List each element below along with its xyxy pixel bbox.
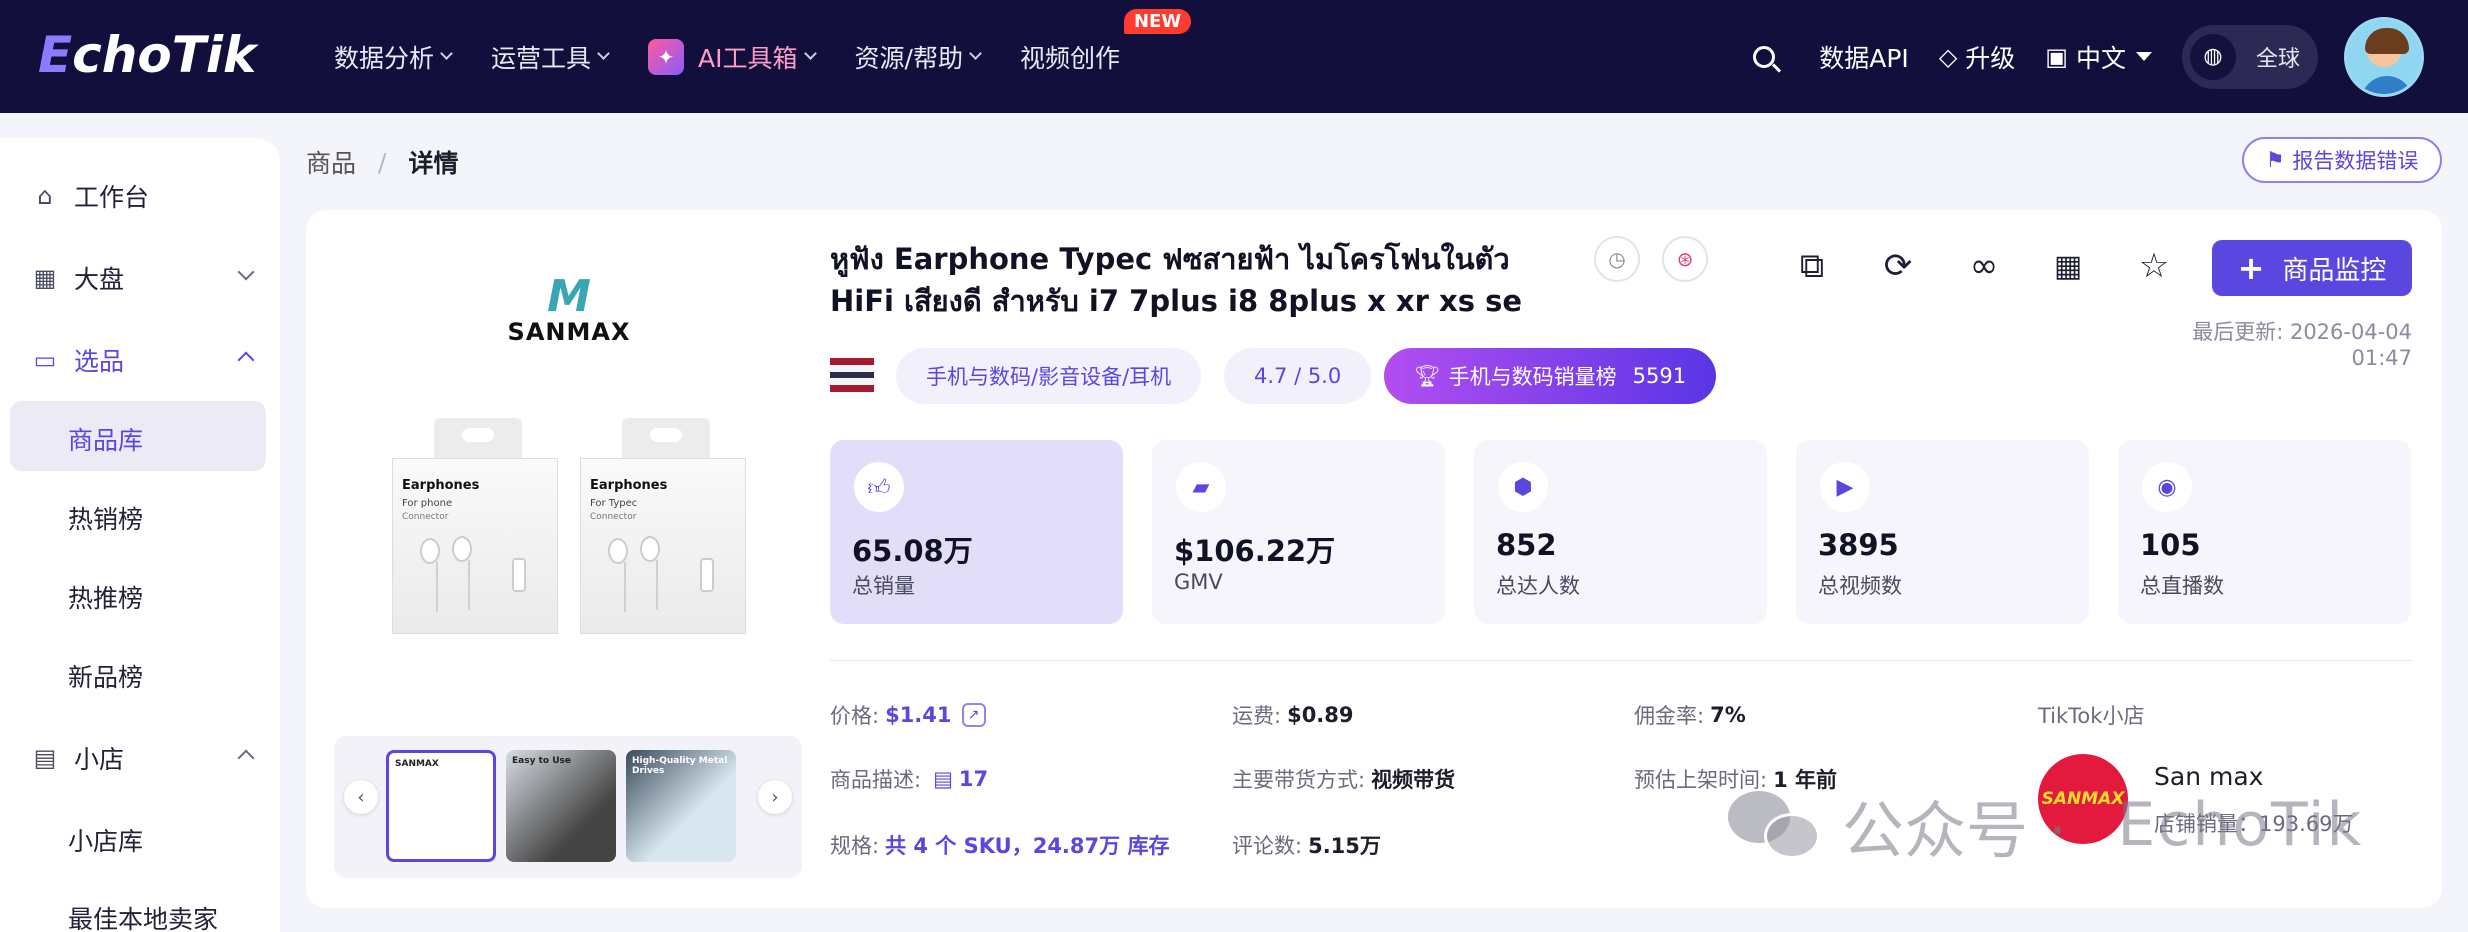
sidebar-item-best-local-sellers[interactable]: 最佳本地卖家 xyxy=(68,900,218,932)
thumbnail-2[interactable]: Easy to Use xyxy=(506,750,616,862)
thumbs-up-icon: 👍︎ xyxy=(854,462,904,512)
breadcrumb-root[interactable]: 商品 xyxy=(306,144,356,180)
chevron-down-icon xyxy=(597,47,610,60)
spec-info[interactable]: 规格: 共 4 个 SKU，24.87万 库存 xyxy=(830,830,1169,860)
product-monitor-button[interactable]: + 商品监控 xyxy=(2212,240,2412,296)
price-trend-icon[interactable]: ↗ xyxy=(961,703,986,727)
language-select[interactable]: ▣ 中文 xyxy=(2045,39,2152,75)
report-icon: ⚑ xyxy=(2265,148,2285,172)
chevron-down-icon xyxy=(237,263,255,281)
stat-total-sales[interactable]: 👍︎ 65.08万 总销量 xyxy=(830,440,1123,624)
product-box-lightning: Earphones For phone Connector xyxy=(392,418,558,634)
sidebar-item-product-library[interactable]: 商品库 xyxy=(68,421,143,457)
ai-analysis-icon[interactable]: ⊛ xyxy=(1662,236,1708,282)
sidebar-item-shop[interactable]: ▤ 小店 xyxy=(32,740,255,776)
user-avatar[interactable] xyxy=(2344,16,2424,97)
video-icon: ▶ xyxy=(1820,462,1870,512)
sidebar-item-shop-library[interactable]: 小店库 xyxy=(68,822,143,858)
globe-icon: ◍ xyxy=(2190,33,2236,80)
chevron-down-icon xyxy=(803,47,817,60)
copy-icon[interactable]: ◷ xyxy=(1594,236,1640,282)
category-tag[interactable]: 手机与数码/影音设备/耳机 xyxy=(896,348,1202,404)
wechat-icon xyxy=(1728,789,1820,861)
shopping-bag-icon: ▭ xyxy=(33,346,57,374)
stat-total-videos[interactable]: ▶ 3895 总视频数 xyxy=(1796,440,2089,624)
divider xyxy=(830,660,2412,661)
translate-icon: ▣ xyxy=(2045,42,2068,71)
sales-mode-info: 主要带货方式: 视频带货 xyxy=(1232,768,1456,792)
sidebar-item-new-products[interactable]: 新品榜 xyxy=(68,658,143,694)
chevron-left-icon[interactable]: ‹ xyxy=(344,780,378,814)
description-info[interactable]: 商品描述: ▤ 17 xyxy=(830,764,988,794)
right-nav: 数据API ◇ 升级 ▣ 中文 ◍ 全球 xyxy=(1753,0,2468,113)
upgrade-link[interactable]: ◇ 升级 xyxy=(1939,39,2015,75)
brand-logo: M SANMAX xyxy=(499,271,639,346)
last-updated: 最后更新: 2026-04-04 01:47 xyxy=(2192,320,2412,370)
shipping-info: 运费: $0.89 xyxy=(1232,703,1354,728)
nav-video-creation[interactable]: 视频创作 NEW xyxy=(1020,8,1192,75)
sidebar-item-hot-promoted[interactable]: 热推榜 xyxy=(68,579,143,615)
chevron-down-icon xyxy=(440,47,453,60)
price-info: 价格: $1.41 ↗ xyxy=(830,700,986,730)
new-badge: NEW xyxy=(1123,8,1192,34)
qr-code-icon[interactable]: ▦ xyxy=(2042,240,2094,292)
nav-operation-tools[interactable]: 运营工具 xyxy=(491,39,610,75)
thailand-flag-icon xyxy=(830,358,874,392)
sanmax-logo-mark: M xyxy=(547,271,591,322)
diamond-icon: ◇ xyxy=(1938,42,1958,71)
tiktok-shop-label: TikTok小店 xyxy=(2038,704,2145,728)
livestream-icon: ◉ xyxy=(2142,462,2192,512)
top-navbar: EchoTik 数据分析 运营工具 ✦ AI工具箱 资源/帮助 视频创作 NEW 数… xyxy=(0,0,2468,113)
chevron-up-icon xyxy=(237,351,255,369)
sidebar: ⌂ 工作台 ▦ 大盘 ▭ 选品 商品库 热销榜 热推榜 新品榜 ▤ 小店 小店库 最佳本… xyxy=(0,138,280,932)
chevron-up-icon xyxy=(237,749,255,767)
main-nav: 数据分析 运营工具 ✦ AI工具箱 资源/帮助 视频创作 NEW xyxy=(334,0,1192,113)
plus-icon: + xyxy=(2237,249,2265,287)
sidebar-item-market[interactable]: ▦ 大盘 xyxy=(32,260,255,296)
star-icon[interactable]: ☆ xyxy=(2128,240,2180,292)
wallet-icon: ▰ xyxy=(1176,462,1226,512)
chevron-down-icon xyxy=(969,47,982,60)
product-box-typec: Earphones For Typec Connector xyxy=(580,418,746,634)
sparkle-icon: ✦ xyxy=(648,38,685,75)
caret-down-icon xyxy=(2136,52,2152,61)
refresh-icon[interactable]: ⟳ xyxy=(1872,240,1924,292)
region-toggle[interactable]: ◍ 全球 xyxy=(2182,24,2318,89)
echotik-logo[interactable]: EchoTik xyxy=(38,26,256,84)
product-title: หูฟัง Earphone Typec ฟซสายฟ้า ไมโครโฟนใน… xyxy=(830,242,1523,318)
nav-ai-toolbox[interactable]: ✦ AI工具箱 xyxy=(648,38,817,75)
chevron-right-icon[interactable]: › xyxy=(758,780,792,814)
document-icon: ▤ xyxy=(933,767,953,791)
stat-total-influencers[interactable]: ⬢ 852 总达人数 xyxy=(1474,440,1767,624)
sidebar-item-product-selection[interactable]: ▭ 选品 xyxy=(32,342,255,378)
search-icon[interactable] xyxy=(1753,45,1776,68)
nav-data-analysis[interactable]: 数据分析 xyxy=(334,39,453,75)
commission-info: 佣金率: 7% xyxy=(1634,703,1746,728)
data-api-link[interactable]: 数据API xyxy=(1819,39,1909,75)
breadcrumb: 商品 / 详情 xyxy=(306,144,458,180)
influencer-icon: ⬢ xyxy=(1498,462,1548,512)
sidebar-item-workbench[interactable]: ⌂ 工作台 xyxy=(32,178,252,214)
breadcrumb-current: 详情 xyxy=(408,149,459,178)
grid-icon: ▦ xyxy=(33,264,57,292)
link-icon[interactable]: ∞ xyxy=(1958,240,2010,292)
nav-resources-help[interactable]: 资源/帮助 xyxy=(855,39,982,75)
thumbnail-3[interactable]: High-Quality Metal Drives xyxy=(626,750,736,862)
open-external-icon[interactable]: ⧉ xyxy=(1786,240,1838,292)
store-icon: ▤ xyxy=(33,744,57,772)
wechat-watermark: 公众号 · EchoTik xyxy=(1728,780,2363,870)
report-data-error-button[interactable]: ⚑ 报告数据错误 xyxy=(2242,137,2442,183)
thumbnail-strip: ‹ SANMAX Easy to Use High-Quality Metal … xyxy=(334,736,802,878)
stat-gmv[interactable]: ▰ $106.22万 GMV xyxy=(1152,440,1445,624)
rank-tag[interactable]: 🏆︎ 手机与数码销量榜 5591 xyxy=(1384,348,1717,404)
stat-total-livestreams[interactable]: ◉ 105 总直播数 xyxy=(2118,440,2411,624)
thumbnail-1[interactable]: SANMAX xyxy=(386,750,496,862)
rating-tag: 4.7 / 5.0 xyxy=(1224,348,1372,404)
trophy-icon: 🏆︎ xyxy=(1414,363,1441,388)
reviews-info: 评论数: 5.15万 xyxy=(1232,834,1381,858)
sidebar-item-hot-selling[interactable]: 热销榜 xyxy=(68,500,143,536)
home-icon: ⌂ xyxy=(37,182,53,210)
